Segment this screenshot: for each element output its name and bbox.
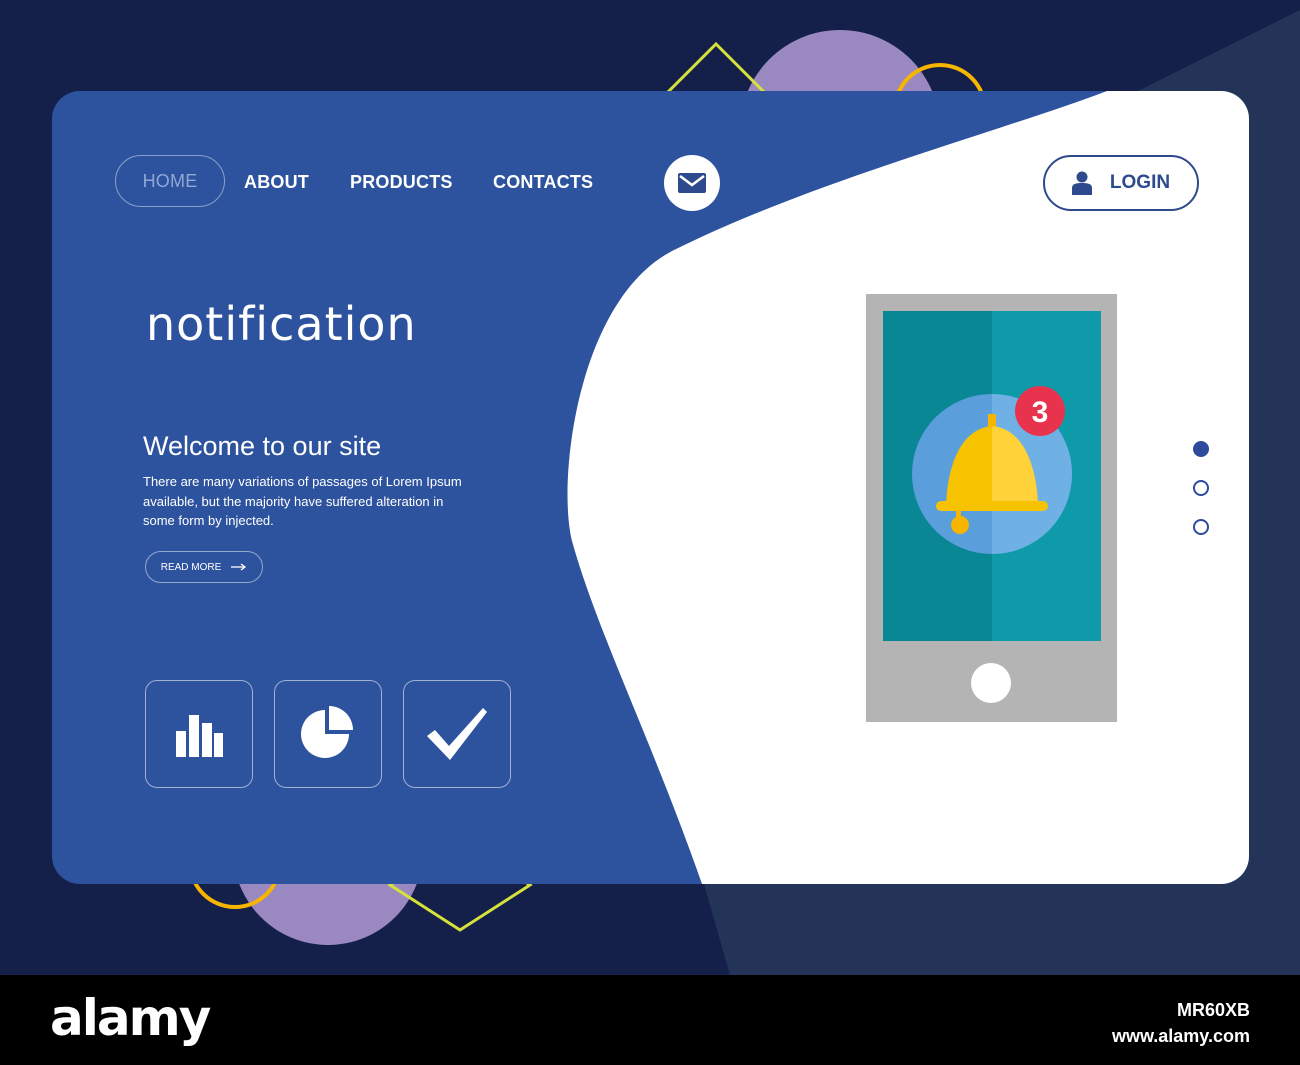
- arrow-right-icon: [231, 563, 247, 571]
- pager-dot-1[interactable]: [1193, 441, 1209, 457]
- pie-chart-icon: [301, 706, 353, 758]
- pager-dot-3[interactable]: [1193, 519, 1209, 535]
- nav-home[interactable]: HOME: [115, 155, 225, 207]
- landing-card: HOME ABOUT PRODUCTS CONTACTS LOGIN notif…: [52, 91, 1249, 884]
- page-title: notification: [146, 297, 417, 351]
- pager-dot-2[interactable]: [1193, 480, 1209, 496]
- login-button[interactable]: LOGIN: [1043, 155, 1199, 211]
- watermark-url: www.alamy.com: [1111, 1026, 1250, 1046]
- badge-count: 3: [1032, 396, 1049, 429]
- nav-products[interactable]: PRODUCTS: [350, 172, 453, 193]
- watermark-image-id: MR60XB: [1176, 1000, 1250, 1020]
- watermark-logo: alamy: [50, 989, 211, 1047]
- login-label: LOGIN: [1109, 172, 1171, 193]
- nav-about[interactable]: ABOUT: [244, 172, 309, 193]
- nav-contacts[interactable]: CONTACTS: [493, 172, 593, 193]
- mail-button[interactable]: [664, 155, 720, 211]
- phone-illustration: 3: [866, 294, 1117, 722]
- feature-bar-chart[interactable]: [145, 680, 253, 788]
- user-icon: [1071, 171, 1092, 195]
- welcome-heading: Welcome to our site: [143, 431, 382, 461]
- feature-pie-chart[interactable]: [274, 680, 382, 788]
- checkmark-icon: [427, 708, 487, 760]
- watermark-info: MR60XB www.alamy.com: [1112, 997, 1250, 1049]
- bar-chart-icon: [176, 715, 223, 757]
- read-more-label: READ MORE: [160, 561, 222, 573]
- home-button: [971, 663, 1011, 703]
- feature-checkmark[interactable]: [403, 680, 511, 788]
- watermark-footer: alamy MR60XB www.alamy.com: [0, 975, 1300, 1065]
- intro-paragraph: There are many variations of passages of…: [143, 474, 462, 528]
- envelope-icon: [678, 173, 706, 193]
- read-more-button[interactable]: READ MORE: [145, 551, 263, 583]
